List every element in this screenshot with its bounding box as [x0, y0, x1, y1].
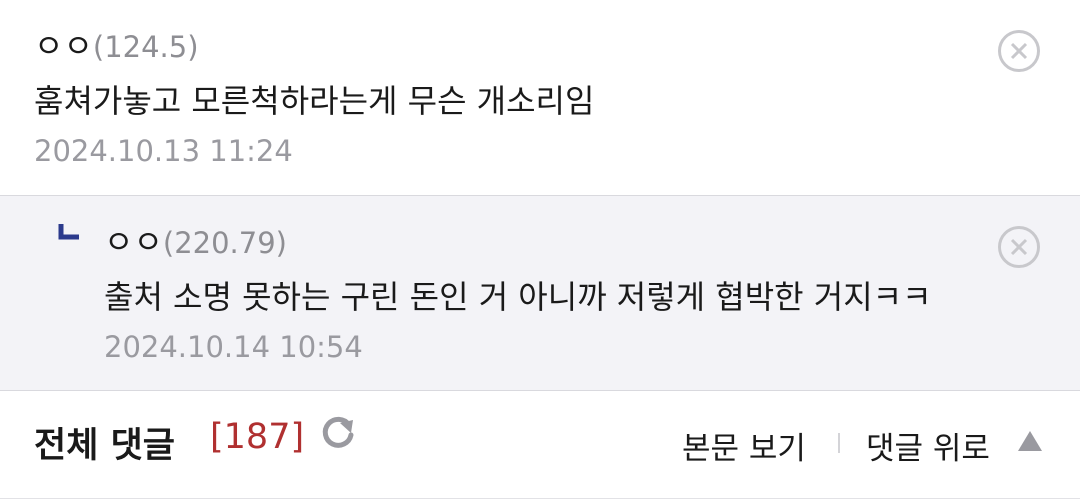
comment-content: ㅇㅇ(124.5) 훔쳐가놓고 모른척하라는게 무슨 개소리임 2024.10.… — [34, 28, 594, 169]
comment-item: ㅇㅇ(124.5) 훔쳐가놓고 모른척하라는게 무슨 개소리임 2024.10.… — [0, 0, 1080, 196]
comment-date: 2024.10.13 11:24 — [34, 134, 293, 168]
reply-date: 2024.10.14 10:54 — [104, 330, 363, 364]
author-nickname[interactable]: ㅇㅇ — [104, 223, 163, 261]
comment-text: 훔쳐가놓고 모른척하라는게 무슨 개소리임 — [34, 82, 595, 120]
comment-author: ㅇㅇ(124.5) — [34, 28, 594, 65]
close-icon — [1010, 42, 1028, 60]
reply-item: ㅇㅇ(220.79) 출처 소명 못하는 구린 돈인 거 아니까 저렇게 협박한… — [0, 196, 1080, 391]
author-ip: (220.79) — [162, 226, 287, 260]
comments-footer-bar: 전체 댓글 [187] 본문 보기 댓글 위로 — [0, 391, 1080, 499]
delete-reply-button[interactable] — [998, 226, 1040, 268]
view-body-link[interactable]: 본문 보기 — [682, 423, 806, 468]
reply-content: ㅇㅇ(220.79) 출처 소명 못하는 구린 돈인 거 아니까 저렇게 협박한… — [104, 224, 932, 365]
comments-top-link[interactable]: 댓글 위로 — [866, 423, 990, 468]
refresh-icon[interactable] — [318, 413, 358, 453]
close-icon — [1010, 238, 1028, 256]
reply-text: 출처 소명 못하는 구린 돈인 거 아니까 저렇게 협박한 거지ㅋㅋ — [104, 278, 932, 316]
reply-arrow-icon — [58, 224, 79, 240]
author-nickname[interactable]: ㅇㅇ — [34, 27, 93, 65]
delete-comment-button[interactable] — [998, 30, 1040, 72]
divider — [838, 433, 840, 453]
all-comments-title: 전체 댓글 — [34, 426, 175, 466]
reply-author: ㅇㅇ(220.79) — [104, 224, 932, 261]
triangle-up-icon[interactable] — [1016, 429, 1044, 453]
author-ip: (124.5) — [92, 30, 199, 64]
comment-count: [187] — [210, 417, 305, 457]
